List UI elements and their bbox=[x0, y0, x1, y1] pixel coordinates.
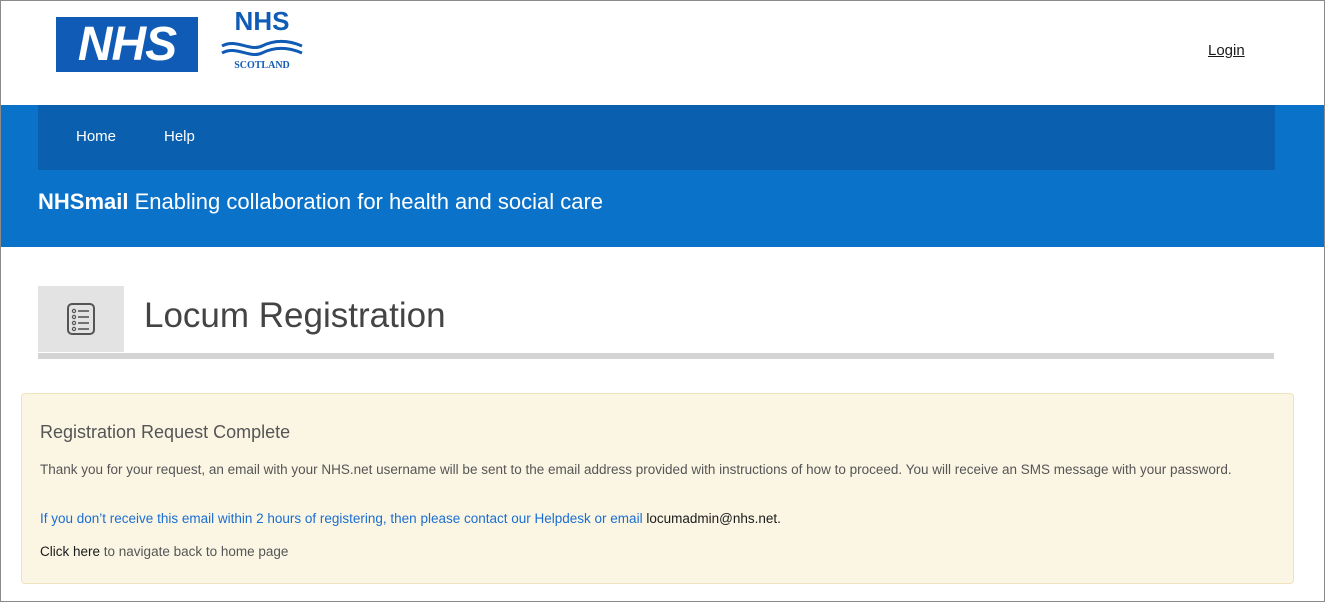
heading-divider bbox=[38, 353, 1274, 359]
tagline-text: Enabling collaboration for health and so… bbox=[134, 189, 604, 214]
nhs-scotland-logo-name: SCOTLAND bbox=[234, 60, 290, 71]
nhs-logo[interactable]: NHS bbox=[56, 17, 198, 72]
contact-email-link[interactable]: locumadmin@nhs.net. bbox=[646, 511, 781, 526]
nhs-scotland-logo-nhs: NHS bbox=[234, 6, 290, 36]
tagline: NHSmail Enabling collaboration for healt… bbox=[38, 189, 603, 215]
home-link-text: to navigate back to home page bbox=[100, 544, 289, 559]
alert-title: Registration Request Complete bbox=[40, 422, 291, 442]
home-link[interactable]: Click here bbox=[40, 544, 100, 559]
header: NHS NHS SCOTLAND Login bbox=[0, 0, 1325, 105]
list-icon bbox=[67, 303, 95, 335]
alert-contact-text: If you don’t receive this email within 2… bbox=[40, 511, 647, 526]
navbar: Home Help bbox=[38, 105, 1275, 170]
login-link[interactable]: Login bbox=[1208, 42, 1245, 59]
page-title: Locum Registration bbox=[144, 296, 446, 335]
nhs-logo-text: NHS bbox=[77, 18, 177, 71]
alert-body: Thank you for your request, an email wit… bbox=[40, 462, 1232, 477]
nav-item-home[interactable]: Home bbox=[76, 128, 116, 145]
blue-banner: Home Help NHSmail Enabling collaboration… bbox=[1, 105, 1324, 247]
success-alert: Registration Request Complete Thank you … bbox=[21, 393, 1294, 584]
nav-item-help[interactable]: Help bbox=[164, 128, 195, 145]
nhs-scotland-logo: NHS SCOTLAND bbox=[216, 6, 311, 78]
wave-icon bbox=[221, 40, 303, 56]
alert-contact: If you don’t receive this email within 2… bbox=[40, 511, 781, 526]
tagline-brand: NHSmail bbox=[38, 189, 129, 214]
alert-home: Click here to navigate back to home page bbox=[40, 544, 288, 559]
page-icon-box bbox=[38, 286, 124, 352]
